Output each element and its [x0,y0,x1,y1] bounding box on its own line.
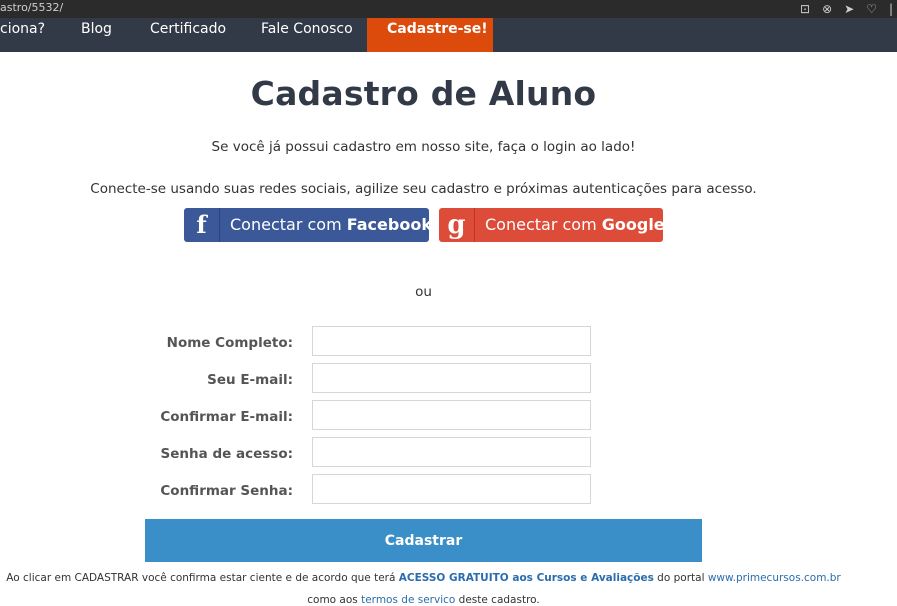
email-label: Seu E-mail: [207,372,293,388]
facebook-label-prefix: Conectar com [230,215,347,234]
google-connect-button[interactable]: g Conectar com Google [439,208,665,242]
form-row-confirm-email: Confirmar E-mail: [0,400,897,430]
browser-tools: ⊡ ⊗ ➤ ♡ | [800,0,897,18]
menu-separator-icon: | [888,2,893,16]
confirm-senha-input[interactable] [312,474,591,504]
nav-item-fale-conosco[interactable]: Fale Conosco [261,18,353,52]
facebook-label-brand: Facebook [346,215,432,234]
form-row-confirm-senha: Confirmar Senha: [0,474,897,504]
address-bar-url[interactable]: astro/5532/ [0,1,63,14]
browser-toolbar: astro/5532/ ⊡ ⊗ ➤ ♡ | [0,0,897,18]
terms-text: do portal [653,572,708,584]
terms-line-1: Ao clicar em CADASTRAR você confirma est… [0,572,847,584]
facebook-connect-button[interactable]: f Conectar com Facebook [184,208,432,242]
google-label-prefix: Conectar com [485,215,602,234]
email-input[interactable] [312,363,591,393]
nome-completo-label: Nome Completo: [166,335,293,351]
nome-completo-input[interactable] [312,326,591,356]
terms-text: como aos [307,594,362,606]
cadastrar-button[interactable]: Cadastrar [145,519,702,562]
screenshot-icon[interactable]: ⊡ [800,0,810,18]
page-title: Cadastro de Aluno [250,74,597,113]
or-separator: ou [415,284,432,300]
confirm-email-label: Confirmar E-mail: [160,409,293,425]
form-row-senha: Senha de acesso: [0,437,897,467]
portal-link[interactable]: www.primecursos.com.br [708,572,841,584]
terms-of-service-link[interactable]: termos de servico [361,594,455,606]
shield-icon[interactable]: ⊗ [822,0,832,18]
senha-input[interactable] [312,437,591,467]
main-nav: ciona? Blog Certificado Fale Conosco Cad… [0,18,897,52]
login-hint: Se você já possui cadastro em nosso site… [211,139,636,155]
facebook-button-label: Conectar com Facebook [230,208,432,242]
send-icon[interactable]: ➤ [844,0,854,18]
nav-item-cadastre-se[interactable]: Cadastre-se! [367,18,493,52]
confirm-senha-label: Confirmar Senha: [160,483,293,499]
google-g-icon: g [439,208,475,242]
terms-line-2: como aos termos de servico deste cadastr… [0,594,847,606]
form-row-email: Seu E-mail: [0,363,897,393]
nav-item-certificado[interactable]: Certificado [150,18,226,52]
social-hint: Conecte-se usando suas redes sociais, ag… [90,181,757,197]
terms-text: Ao clicar em CADASTRAR você confirma est… [6,572,399,584]
google-button-label: Conectar com Google [485,208,665,242]
heart-icon[interactable]: ♡ [866,0,877,18]
nav-item-como-funciona[interactable]: ciona? [0,18,45,52]
form-row-nome: Nome Completo: [0,326,897,356]
free-access-link[interactable]: ACESSO GRATUITO aos Cursos e Avaliações [399,572,654,584]
senha-label: Senha de acesso: [160,446,293,462]
facebook-f-icon: f [184,208,220,242]
google-label-brand: Google [601,215,665,234]
terms-text: deste cadastro. [455,594,540,606]
nav-item-blog[interactable]: Blog [81,18,112,52]
confirm-email-input[interactable] [312,400,591,430]
